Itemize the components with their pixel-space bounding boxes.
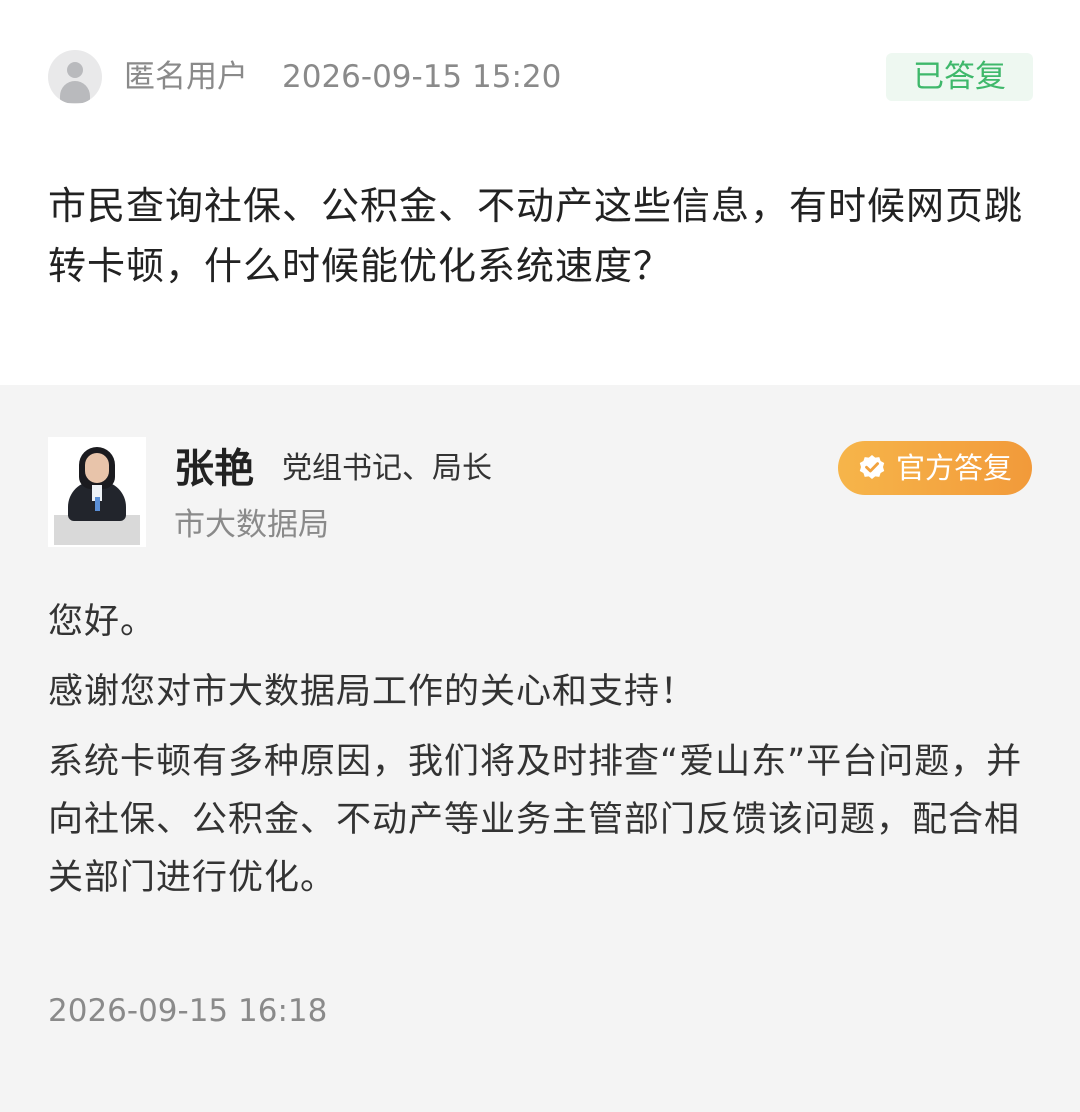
answer-greeting: 您好。 — [48, 602, 157, 642]
official-title: 党组书记、局长 — [282, 451, 492, 486]
answer-thanks: 感谢您对市大数据局工作的关心和支持！ — [48, 672, 697, 712]
answer-detail: 系统卡顿有多种原因，我们将及时排查“爱山东”平台问题，并向社保、公积金、不动产等… — [48, 742, 1023, 898]
qa-page: 匿名用户 2026-09-15 15:20 已答复 市民查询社保、公积金、不动产… — [0, 0, 1080, 1112]
anonymous-avatar-icon — [48, 50, 102, 104]
question-user-name: 匿名用户 — [124, 59, 248, 95]
official-department: 市大数据局 — [174, 507, 329, 543]
answer-section: 张艳 党组书记、局长 市大数据局 官方答复 您好。 感谢您对市大数据局工作的关心… — [0, 385, 1080, 1112]
official-photo — [48, 437, 146, 547]
verified-check-icon — [859, 455, 885, 479]
official-name: 张艳 — [174, 446, 254, 492]
answer-body: 您好。 感谢您对市大数据局工作的关心和支持！ 系统卡顿有多种原因，我们将及时排查… — [48, 593, 1038, 919]
question-section: 匿名用户 2026-09-15 15:20 已答复 市民查询社保、公积金、不动产… — [0, 0, 1080, 385]
answer-timestamp: 2026-09-15 16:18 — [48, 993, 328, 1029]
question-timestamp: 2026-09-15 15:20 — [282, 59, 562, 95]
answered-status-badge: 已答复 — [886, 53, 1033, 101]
official-reply-label: 官方答复 — [896, 451, 1013, 485]
official-reply-badge: 官方答复 — [838, 441, 1032, 495]
question-text: 市民查询社保、公积金、不动产这些信息，有时候网页跳转卡顿，什么时候能优化系统速度… — [48, 184, 1024, 288]
